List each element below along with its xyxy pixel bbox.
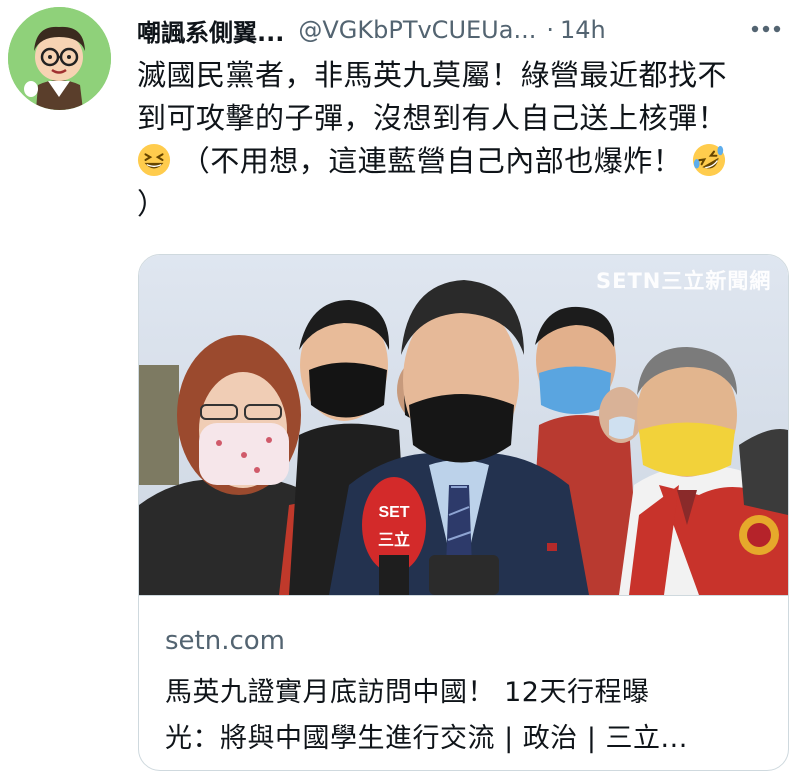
tweet-timestamp[interactable]: 14h (560, 16, 606, 44)
link-preview-card[interactable]: SET 三立 SETN三立新聞網 setn.com 馬英九證實月底訪問中國！ 1… (138, 254, 789, 771)
author-name[interactable]: 嘲諷系側翼... (137, 13, 284, 48)
tweet-text-fragment: （不用想，這連藍營自己內部也爆炸！ (180, 144, 683, 178)
card-title-line: 馬英九證實月底訪問中國！ 12天行程曝 (165, 677, 650, 708)
more-options-button[interactable] (746, 12, 786, 46)
author-handle[interactable]: @VGKbPTvCUEUa... (298, 16, 536, 44)
tweet-text: 滅國民黨者，非馬英九莫屬！綠營最近都找不 到可攻擊的子彈，沒想到有人自己送上核彈… (137, 54, 777, 226)
more-horizontal-icon (751, 25, 781, 33)
card-image-watermark: SETN三立新聞網 (596, 269, 772, 293)
card-title-line: 光：將與中國學生進行交流 | 政治 | 三立... (165, 723, 688, 754)
tweet-text-line: 滅國民黨者，非馬英九莫屬！綠營最近都找不 (137, 58, 728, 92)
avatar-cartoon-icon (8, 7, 111, 110)
mic-logo-bottom: 三立 (378, 530, 410, 549)
card-info[interactable]: setn.com 馬英九證實月底訪問中國！ 12天行程曝 光：將與中國學生進行交… (139, 595, 788, 770)
grinning-squinting-face-icon (137, 143, 171, 177)
news-photo-image: SET 三立 (139, 255, 788, 595)
tweet-text-line: （不用想，這連藍營自己內部也爆炸！ (137, 140, 777, 183)
tweet-text-line: ） (137, 187, 167, 221)
tweet-text-line: 到可攻擊的子彈，沒想到有人自己送上核彈！ (137, 101, 728, 135)
mic-logo-top: SET (378, 504, 409, 521)
card-domain: setn.com (165, 626, 286, 656)
author-avatar[interactable] (8, 7, 111, 110)
card-thumbnail[interactable]: SET 三立 SETN三立新聞網 (139, 255, 788, 595)
card-title: 馬英九證實月底訪問中國！ 12天行程曝 光：將與中國學生進行交流 | 政治 | … (165, 670, 765, 762)
separator-dot: · (546, 16, 554, 44)
rolling-on-floor-laughing-icon (692, 143, 726, 177)
tweet-header: 嘲諷系側翼... @VGKbPTvCUEUa... · 14h (137, 8, 780, 52)
